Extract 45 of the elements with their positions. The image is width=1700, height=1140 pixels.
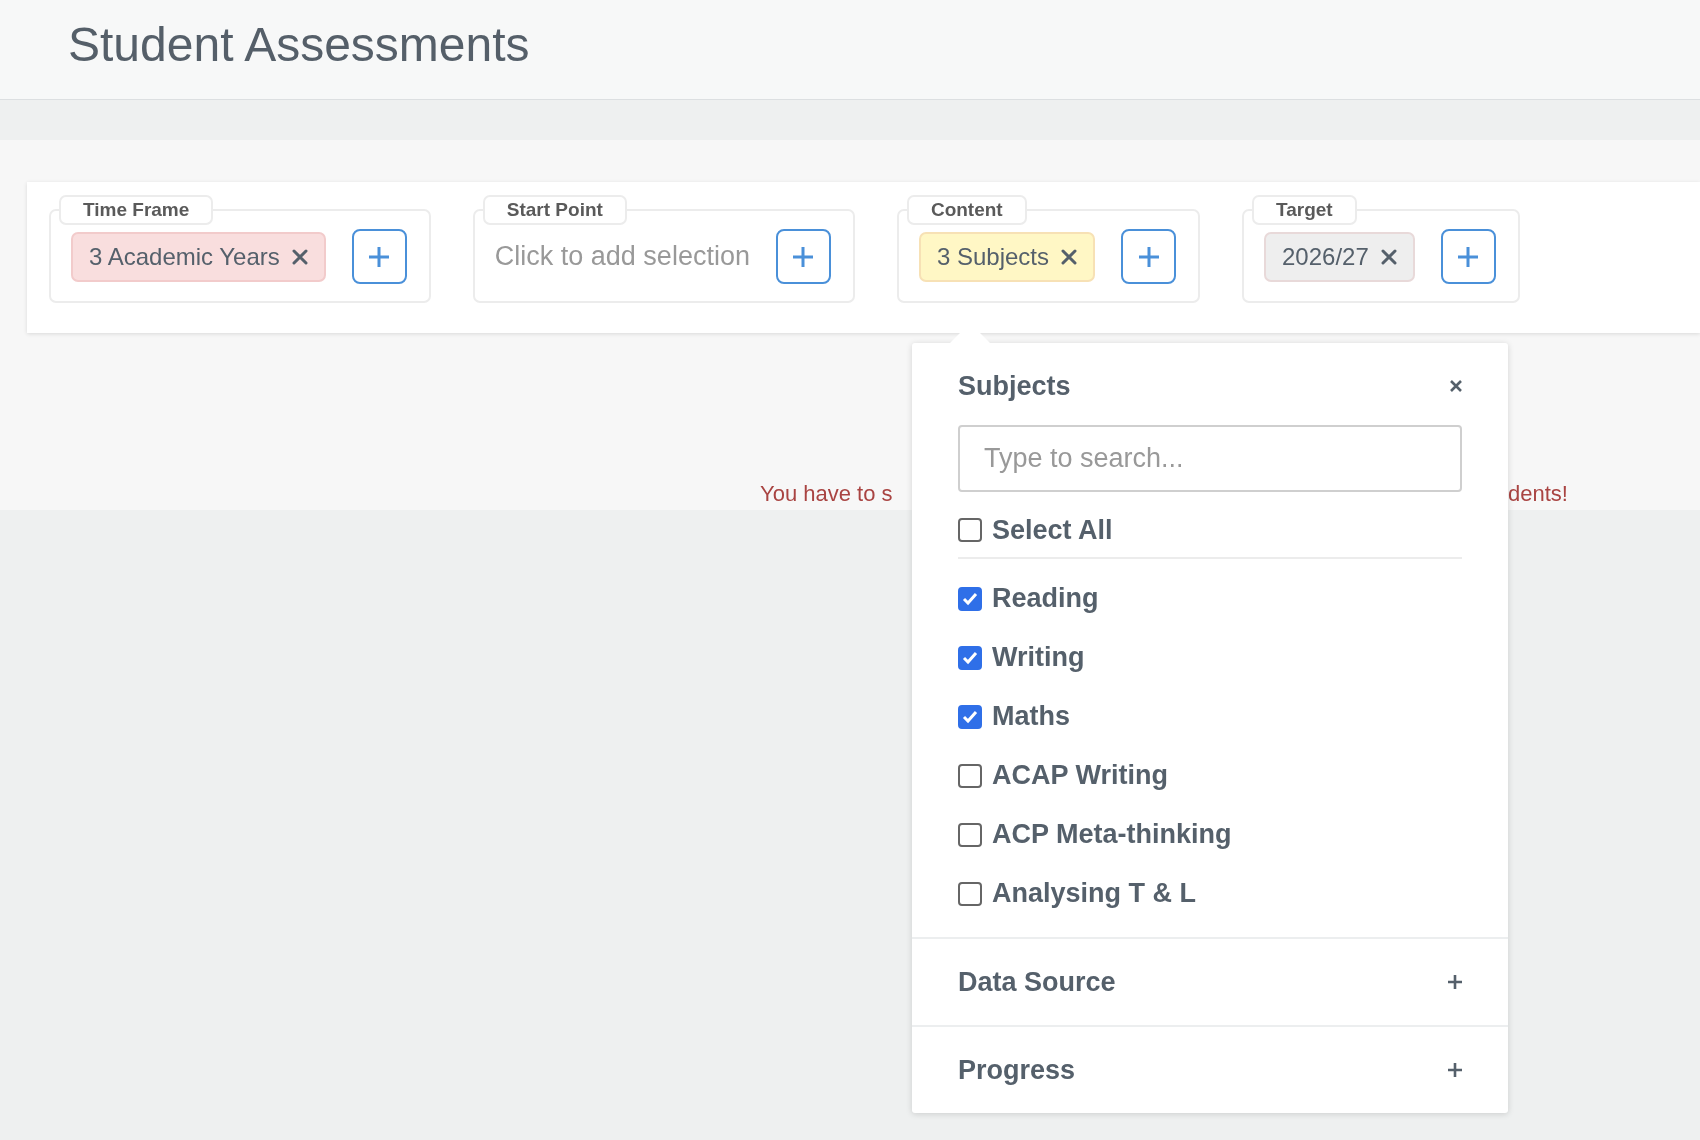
accordion-header[interactable]: Data Source <box>912 937 1508 1025</box>
filter-label: Target <box>1252 195 1357 225</box>
filter-label: Content <box>906 195 1027 225</box>
accordion-header[interactable]: Progress <box>912 1025 1508 1113</box>
option-label[interactable]: Select All <box>992 514 1113 546</box>
add-button[interactable] <box>1440 229 1496 284</box>
checkbox[interactable] <box>958 881 982 906</box>
checkbox[interactable] <box>958 518 982 542</box>
add-button[interactable] <box>1121 229 1176 284</box>
option-label[interactable]: Writing <box>992 642 1085 673</box>
option-label[interactable]: ACAP Writing <box>992 760 1168 791</box>
remove-icon[interactable] <box>1061 248 1077 265</box>
close-icon[interactable] <box>1450 380 1462 392</box>
chip-text: 2026/27 <box>1282 242 1369 271</box>
error-message: You have to s <box>760 481 894 507</box>
add-button[interactable] <box>775 229 831 284</box>
checkbox[interactable] <box>958 763 982 788</box>
section-title: Progress <box>958 1054 1076 1086</box>
checkbox[interactable] <box>958 586 982 611</box>
section-title: Data Source <box>958 966 1116 998</box>
selection-chip[interactable]: 3 Academic Years <box>71 231 326 282</box>
remove-icon[interactable] <box>291 248 308 265</box>
option-label[interactable]: Maths <box>992 701 1070 732</box>
option-label[interactable]: ACP Meta-thinking <box>992 819 1232 850</box>
option-label[interactable]: Analysing T & L <box>992 878 1197 909</box>
error-message: dents! <box>1508 481 1568 507</box>
filter-label: Start Point <box>482 195 627 225</box>
search-field[interactable]: Type to search... <box>958 425 1462 492</box>
plus-icon <box>791 244 816 269</box>
page-title: Student Assessments <box>67 17 531 73</box>
plus-icon <box>1456 244 1481 269</box>
checkbox[interactable] <box>958 704 982 729</box>
option-label[interactable]: Reading <box>992 583 1099 614</box>
remove-icon[interactable] <box>1380 248 1397 265</box>
filter-label: Time Frame <box>59 195 214 225</box>
chip-text: 3 Academic Years <box>89 242 280 271</box>
plus-icon <box>367 244 392 269</box>
checkbox[interactable] <box>958 645 982 670</box>
selection-chip[interactable]: 2026/27 <box>1264 231 1415 282</box>
chip-text: 3 Subjects <box>936 242 1049 271</box>
panel-title: Subjects <box>958 370 1071 402</box>
plus-icon <box>1136 244 1161 269</box>
selection-chip[interactable]: 3 Subjects <box>918 231 1095 282</box>
checkbox[interactable] <box>958 822 982 847</box>
add-button[interactable] <box>351 229 407 284</box>
